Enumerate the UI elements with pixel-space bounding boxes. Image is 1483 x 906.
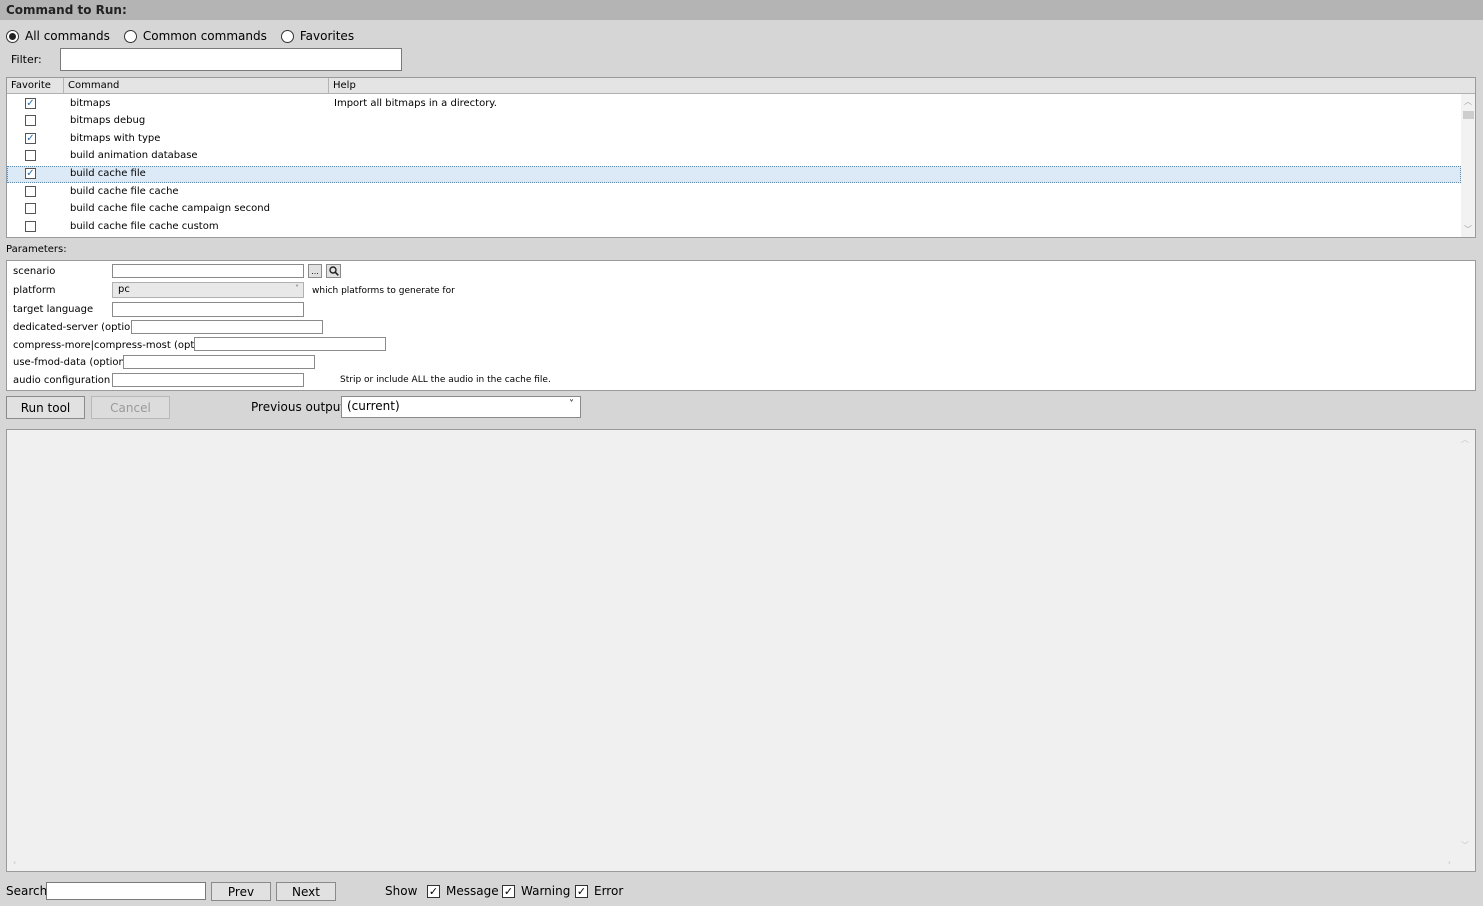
favorite-checkbox[interactable] — [25, 186, 36, 197]
parameters-panel: scenario ... platform pc ˅ which platfor… — [6, 260, 1476, 391]
magnifier-icon — [328, 266, 339, 276]
command-name: build cache file — [70, 168, 146, 179]
column-header-favorite[interactable]: Favorite — [11, 80, 51, 91]
favorite-checkbox[interactable]: ✓ — [25, 168, 36, 179]
error-filter[interactable]: ✓ Error — [575, 884, 623, 898]
radio-common-commands[interactable] — [123, 29, 137, 43]
favorite-checkbox[interactable] — [25, 115, 36, 126]
scenario-search-button[interactable] — [326, 264, 341, 278]
command-scope-radio-group: All commands Common commands Favorites — [6, 28, 368, 44]
output-panel[interactable]: ︿ ﹀ ‹ › — [6, 429, 1476, 872]
command-row[interactable]: build animation database — [7, 148, 1461, 165]
command-list: Favorite Command Help ✓ bitmaps Import a… — [6, 77, 1476, 238]
previous-output-label: Previous output: — [251, 400, 350, 414]
audio-configuration-input[interactable] — [112, 373, 304, 387]
radio-favorites[interactable] — [280, 29, 294, 43]
scroll-down-icon[interactable]: ﹀ — [1461, 840, 1469, 851]
cancel-button[interactable]: Cancel — [91, 396, 170, 419]
command-name: build cache file cache custom — [70, 221, 219, 232]
favorite-checkbox[interactable]: ✓ — [25, 133, 36, 144]
fmod-input[interactable] — [123, 355, 315, 369]
command-name: bitmaps with type — [70, 133, 161, 144]
next-button[interactable]: Next — [276, 882, 336, 901]
column-header-command[interactable]: Command — [68, 80, 119, 91]
scroll-left-icon[interactable]: ‹ — [13, 858, 16, 867]
prev-label: Prev — [227, 884, 255, 899]
scroll-up-icon[interactable]: ︿ — [1461, 434, 1469, 445]
scroll-down-icon[interactable]: ﹀ — [1464, 224, 1472, 235]
message-filter[interactable]: ✓ Message — [427, 884, 499, 898]
radio-selected-dot — [9, 32, 16, 40]
favorite-checkbox[interactable] — [25, 150, 36, 161]
scroll-up-icon[interactable]: ︿ — [1464, 96, 1472, 107]
message-checkbox[interactable]: ✓ — [427, 884, 440, 898]
command-row[interactable]: ✓ bitmaps Import all bitmaps in a direct… — [7, 96, 1461, 113]
command-name: bitmaps — [70, 98, 111, 109]
prev-button[interactable]: Prev — [211, 882, 271, 901]
radio-favorites-label[interactable]: Favorites — [300, 29, 354, 43]
column-header-help[interactable]: Help — [333, 80, 356, 91]
search-input[interactable] — [46, 882, 206, 900]
scrollbar-thumb[interactable] — [1463, 111, 1474, 119]
radio-all-commands[interactable] — [6, 29, 19, 43]
command-help: Import all bitmaps in a directory. — [334, 98, 497, 109]
run-tool-label: Run tool — [20, 400, 71, 415]
command-row[interactable]: ✓ bitmaps with type — [7, 131, 1461, 148]
error-checkbox[interactable]: ✓ — [575, 884, 588, 898]
command-name: build cache file cache — [70, 186, 179, 197]
param-audio-label: audio configuration — [13, 375, 111, 386]
scroll-right-icon[interactable]: › — [1448, 858, 1451, 867]
filter-input[interactable] — [60, 48, 402, 71]
warning-checkbox[interactable]: ✓ — [502, 884, 515, 898]
previous-output-value: (current) — [347, 399, 400, 413]
command-row[interactable]: build cache file cache — [7, 184, 1461, 201]
command-list-header: Favorite Command Help — [7, 78, 1475, 94]
radio-all-commands-label[interactable]: All commands — [25, 29, 110, 43]
platform-dropdown[interactable]: pc ˅ — [112, 282, 304, 298]
command-name: bitmaps debug — [70, 115, 146, 126]
next-label: Next — [292, 884, 320, 899]
command-to-run-header: Command to Run: — [0, 0, 1483, 20]
platform-help: which platforms to generate for — [312, 286, 455, 296]
command-list-scrollbar[interactable]: ︿ ﹀ — [1461, 94, 1475, 237]
param-platform-label: platform — [13, 285, 56, 296]
scenario-input[interactable] — [112, 264, 304, 278]
show-label: Show — [385, 884, 418, 898]
favorite-checkbox[interactable]: ✓ — [25, 98, 36, 109]
warning-label: Warning — [521, 884, 571, 898]
param-compress-label: compress-more|compress-most (optional) — [13, 340, 223, 351]
command-row[interactable]: build cache file cache campaign second — [7, 201, 1461, 218]
command-row[interactable]: bitmaps debug — [7, 113, 1461, 130]
favorite-checkbox[interactable] — [25, 221, 36, 232]
search-label: Search — [6, 884, 48, 898]
browse-label: ... — [311, 266, 319, 276]
audio-help: Strip or include ALL the audio in the ca… — [340, 375, 551, 385]
message-label: Message — [446, 884, 499, 898]
chevron-down-icon: ˅ — [569, 399, 574, 410]
param-scenario-label: scenario — [13, 266, 56, 277]
error-label: Error — [594, 884, 624, 898]
cancel-label: Cancel — [110, 400, 151, 415]
filter-label: Filter: — [11, 53, 42, 66]
command-row[interactable]: build cache file cache custom — [7, 219, 1461, 236]
chevron-down-icon: ˅ — [295, 284, 299, 293]
dedicated-server-input[interactable] — [131, 320, 323, 334]
param-target-language-label: target language — [13, 304, 94, 315]
run-tool-button[interactable]: Run tool — [6, 396, 85, 419]
param-fmod-label: use-fmod-data (optional) — [13, 357, 138, 368]
target-language-input[interactable] — [112, 302, 304, 317]
warning-filter[interactable]: ✓ Warning — [502, 884, 570, 898]
command-row-selected[interactable]: ✓ build cache file — [7, 166, 1461, 183]
compress-input[interactable] — [194, 337, 386, 351]
favorite-checkbox[interactable] — [25, 203, 36, 214]
parameters-label: Parameters: — [6, 244, 67, 255]
command-name: build animation database — [70, 150, 198, 161]
scenario-browse-button[interactable]: ... — [308, 264, 322, 278]
param-dedicated-server-label: dedicated-server (optional) — [13, 322, 150, 333]
header-title: Command to Run: — [6, 3, 127, 17]
command-name: build cache file cache campaign second — [70, 203, 270, 214]
platform-value: pc — [118, 284, 130, 295]
radio-common-commands-label[interactable]: Common commands — [143, 29, 267, 43]
previous-output-dropdown[interactable]: (current) ˅ — [341, 396, 581, 418]
